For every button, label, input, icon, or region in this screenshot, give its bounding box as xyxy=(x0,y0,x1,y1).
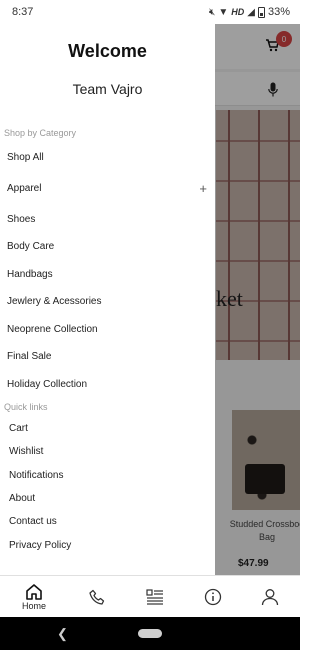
category-item-jewelry[interactable]: Jewlery & Acessories xyxy=(7,290,207,312)
quicklink-cart[interactable]: Cart xyxy=(9,423,28,434)
category-label: Handbags xyxy=(7,268,53,280)
bottom-tab-bar: Home xyxy=(0,575,300,617)
list-icon xyxy=(146,589,163,605)
battery-percent: 33% xyxy=(267,6,290,18)
category-item-handbags[interactable]: Handbags xyxy=(7,263,207,285)
signal-icon: ◢ xyxy=(247,6,255,18)
quicklinks-heading: Quick links xyxy=(4,402,48,412)
category-item-shoes[interactable]: Shoes xyxy=(7,208,207,230)
quicklink-notifications[interactable]: Notifications xyxy=(9,470,63,481)
quicklink-privacy[interactable]: Privacy Policy xyxy=(9,540,71,551)
mute-icon: 🔇︎ xyxy=(209,6,216,18)
category-label: Apparel xyxy=(7,182,42,194)
tab-call[interactable] xyxy=(67,576,127,618)
status-time: 8:37 xyxy=(12,6,34,18)
drawer-subtitle: Team Vajro xyxy=(72,81,143,97)
side-drawer: Welcome Team Vajro Shop by Category Shop… xyxy=(0,24,215,575)
category-item-neoprene[interactable]: Neoprene Collection xyxy=(7,318,207,340)
tab-catalog[interactable] xyxy=(125,576,185,618)
tab-profile[interactable] xyxy=(240,576,300,618)
category-label: Holiday Collection xyxy=(7,378,88,390)
wifi-icon: ▼ xyxy=(218,6,229,18)
quicklink-about[interactable]: About xyxy=(9,493,35,504)
category-label: Jewlery & Acessories xyxy=(7,295,102,307)
status-bar: 8:37 🔇︎ ▼ HD ◢ 33% xyxy=(0,0,300,24)
battery-icon xyxy=(257,6,265,18)
tab-home[interactable]: Home xyxy=(4,576,64,618)
plus-icon[interactable]: + xyxy=(199,181,207,196)
status-icons: 🔇︎ ▼ HD ◢ 33% xyxy=(209,6,290,18)
drawer-title: Welcome xyxy=(68,41,147,61)
category-label: Shop All xyxy=(7,151,44,163)
home-pill[interactable] xyxy=(138,629,162,638)
system-nav-bar: ❮ xyxy=(0,617,300,650)
quicklink-wishlist[interactable]: Wishlist xyxy=(9,446,43,457)
tab-info[interactable] xyxy=(183,576,243,618)
phone-icon xyxy=(88,589,104,605)
category-item-holiday[interactable]: Holiday Collection xyxy=(7,373,207,395)
category-label: Neoprene Collection xyxy=(7,323,98,335)
category-item-shop-all[interactable]: Shop All xyxy=(7,146,207,168)
category-heading: Shop by Category xyxy=(4,128,77,138)
category-item-body-care[interactable]: Body Care xyxy=(7,235,207,257)
category-item-apparel[interactable]: Apparel + xyxy=(7,177,207,199)
category-label: Body Care xyxy=(7,240,55,252)
profile-icon xyxy=(261,589,279,606)
category-item-final-sale[interactable]: Final Sale xyxy=(7,345,207,367)
category-label: Final Sale xyxy=(7,350,52,362)
back-icon[interactable]: ❮ xyxy=(57,626,68,642)
home-icon xyxy=(26,584,42,600)
info-icon xyxy=(204,588,222,606)
tab-home-label: Home xyxy=(21,601,46,611)
quicklink-contact[interactable]: Contact us xyxy=(9,516,57,527)
network-label: HD xyxy=(231,7,245,17)
category-label: Shoes xyxy=(7,213,36,225)
